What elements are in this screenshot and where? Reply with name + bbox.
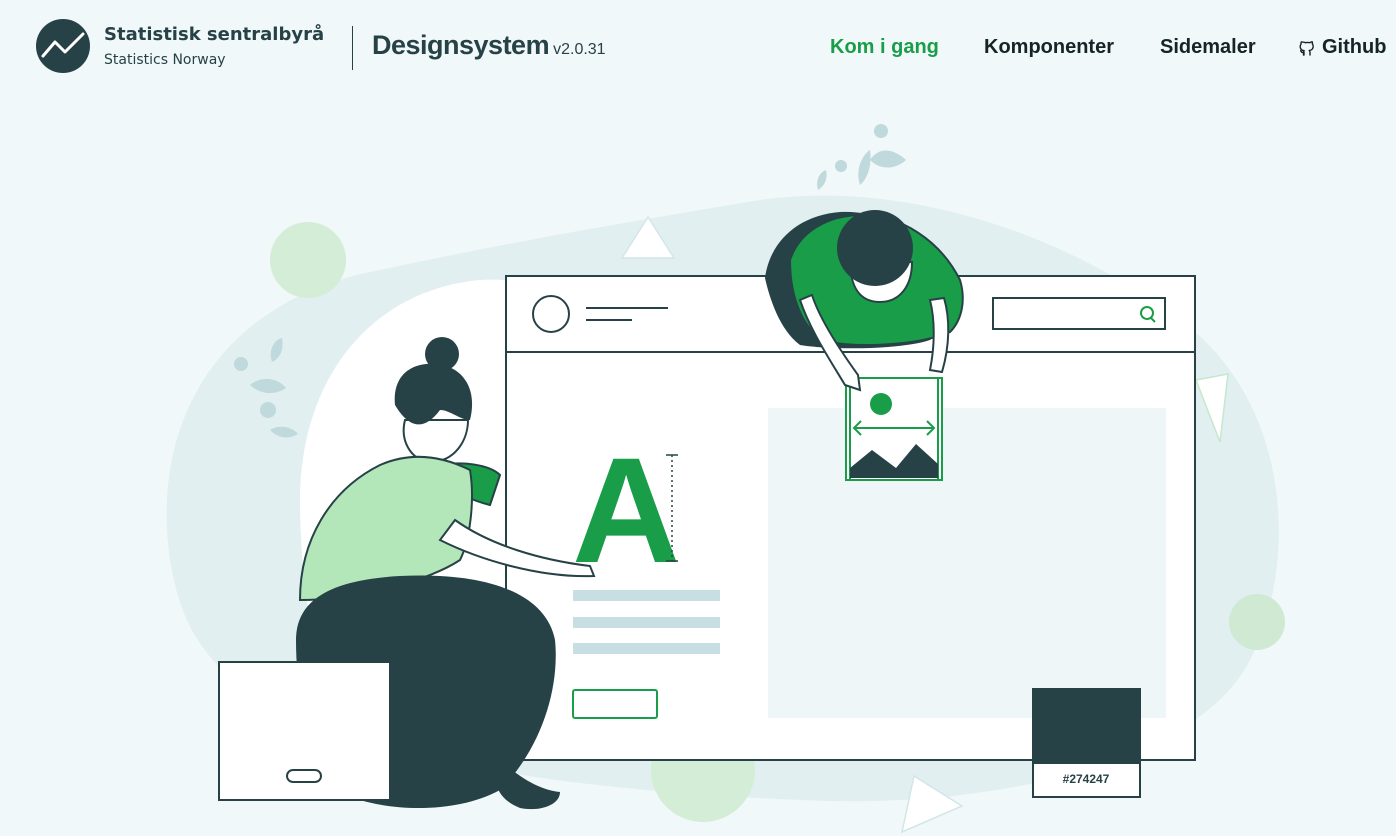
- search-field-illustration: [992, 297, 1166, 330]
- nav-item-github[interactable]: Github: [1298, 36, 1386, 59]
- swatch-label: #274247: [1063, 772, 1110, 786]
- site-header: Statistisk sentralbyrå Statistics Norway…: [0, 0, 1396, 92]
- brand-title: Designsystem: [372, 30, 550, 60]
- button-illustration: [572, 689, 658, 719]
- ssb-logo-icon[interactable]: [35, 18, 91, 74]
- nav-item-sidemaler[interactable]: Sidemaler: [1160, 36, 1256, 59]
- decor-circle-right: [1229, 594, 1285, 650]
- content-panel: [768, 408, 1166, 718]
- nav-item-kom-i-gang[interactable]: Kom i gang: [830, 36, 939, 59]
- brand[interactable]: Designsystem v2.0.31: [372, 30, 606, 61]
- color-swatch: #274247: [1032, 688, 1141, 798]
- box-illustration: [218, 661, 391, 801]
- avatar-placeholder: [532, 295, 570, 333]
- image-placeholder-icon: [845, 377, 943, 481]
- hero-illustration: A #274247: [166, 124, 1285, 834]
- nav-item-komponenter[interactable]: Komponenter: [984, 36, 1114, 59]
- github-icon: [1299, 40, 1314, 56]
- brand-version: v2.0.31: [553, 41, 606, 58]
- org-subtitle: Statistics Norway: [104, 52, 226, 68]
- leaf-sprig-top: [817, 124, 906, 190]
- header-divider: [352, 26, 353, 70]
- decor-circle-top-left: [270, 222, 346, 298]
- nav-item-github-label: Github: [1322, 36, 1387, 58]
- org-name[interactable]: Statistisk sentralbyrå: [104, 24, 324, 45]
